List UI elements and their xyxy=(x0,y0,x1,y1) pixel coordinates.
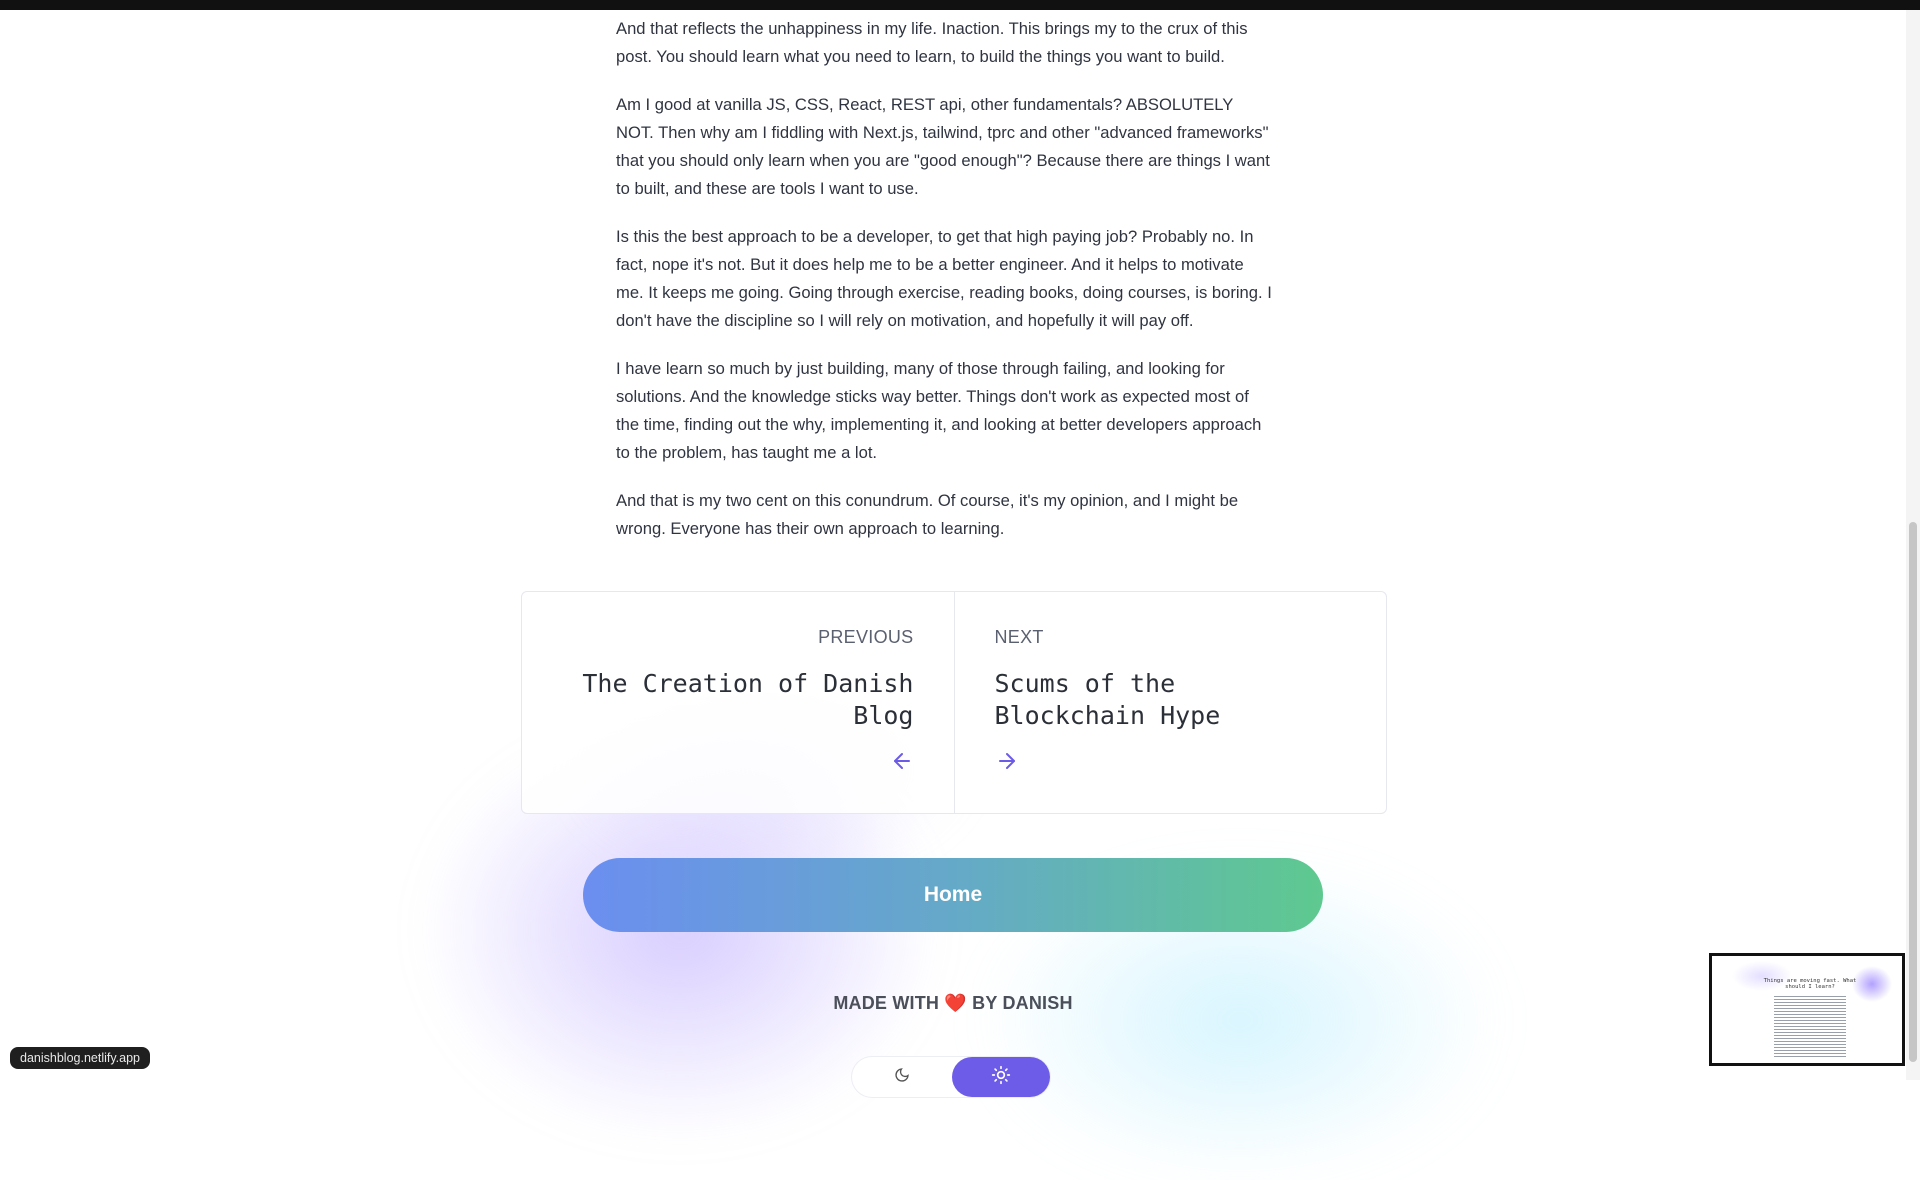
article-paragraph: I have learn so much by just building, m… xyxy=(616,359,1262,462)
sun-icon xyxy=(991,1065,1011,1090)
article-paragraph: And that is my two cent on this conundru… xyxy=(616,491,1239,538)
footer-credit: MADE WITH ❤️ BY DANISH xyxy=(0,993,1906,1014)
footer-made-with: MADE WITH xyxy=(833,993,940,1013)
minimap-text-lines xyxy=(1774,996,1846,1059)
footer-author: BY DANISH xyxy=(972,993,1073,1013)
arrow-left-icon xyxy=(890,749,914,773)
moon-icon xyxy=(894,1067,910,1088)
article-body: And that reflects the unhappiness in my … xyxy=(616,15,1274,563)
article-paragraph: Am I good at vanilla JS, CSS, React, RES… xyxy=(616,95,1270,198)
light-theme-option[interactable] xyxy=(952,1057,1050,1097)
scrollbar-thumb[interactable] xyxy=(1909,522,1917,1062)
article-paragraph: And that reflects the unhappiness in my … xyxy=(616,19,1248,66)
browser-top-bar xyxy=(0,0,1920,10)
next-post-link[interactable]: NEXT Scums of the Blockchain Hype xyxy=(955,592,1387,813)
arrow-right-icon xyxy=(995,749,1019,773)
page-minimap[interactable]: Things are moving fast. What should I le… xyxy=(1709,953,1905,1066)
theme-toggle[interactable] xyxy=(852,1057,1050,1097)
next-label: NEXT xyxy=(994,627,1044,647)
previous-label: PREVIOUS xyxy=(818,627,914,647)
next-post-title: Scums of the Blockchain Hype xyxy=(994,669,1221,730)
heart-icon: ❤️ xyxy=(944,993,967,1013)
home-button[interactable]: Home xyxy=(583,858,1323,932)
minimap-title: Things are moving fast. What should I le… xyxy=(1763,978,1857,990)
article-paragraph: Is this the best approach to be a develo… xyxy=(616,227,1272,330)
previous-post-link[interactable]: PREVIOUS The Creation of Danish Blog xyxy=(522,592,955,813)
dark-theme-option[interactable] xyxy=(852,1057,952,1097)
previous-post-title: The Creation of Danish Blog xyxy=(582,669,914,730)
post-navigation: PREVIOUS The Creation of Danish Blog NEX… xyxy=(521,591,1387,814)
status-url: danishblog.netlify.app xyxy=(10,1047,150,1069)
